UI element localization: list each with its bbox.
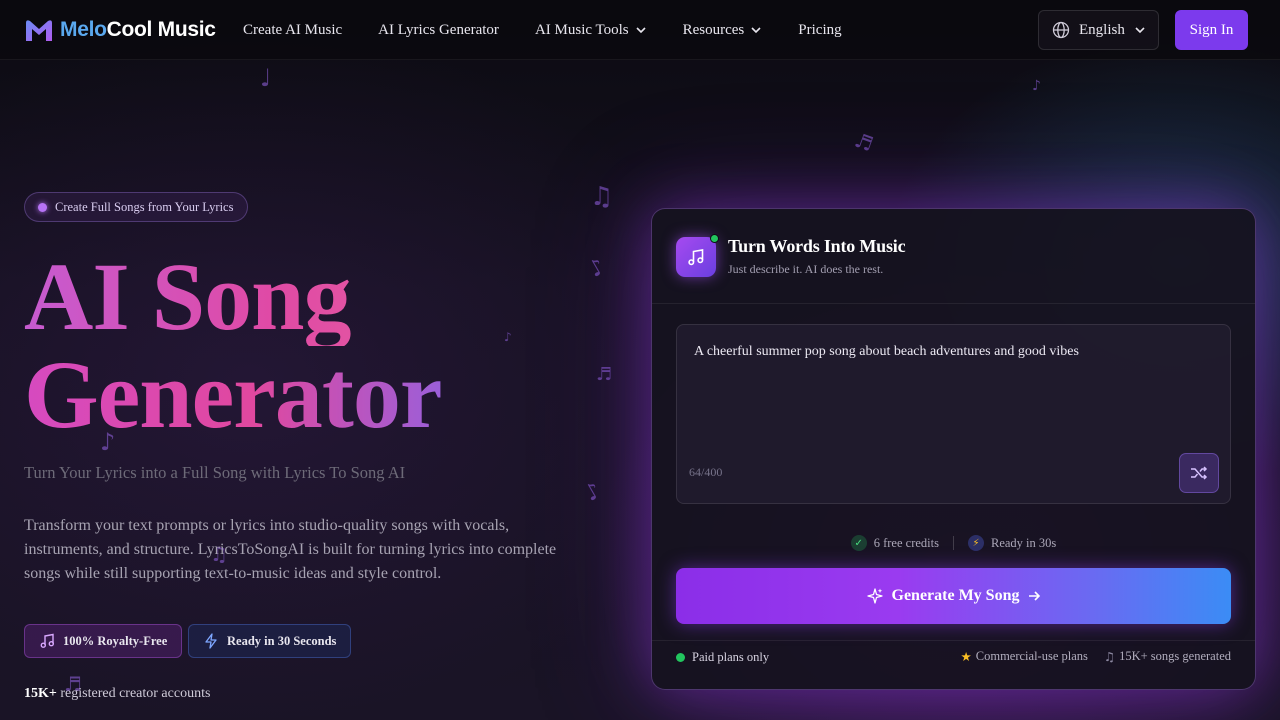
ready-time: ⚡ Ready in 30s [967, 535, 1057, 551]
char-counter: 64/400 [689, 465, 723, 479]
hero-title-line1: AI Song [24, 248, 441, 346]
royalty-free-pill: 100% Royalty-Free [24, 624, 183, 658]
lightning-icon: ⚡ [967, 535, 984, 551]
language-selector[interactable]: English [1038, 10, 1159, 50]
chevron-down-icon [751, 27, 761, 34]
melocool-logo-icon [24, 17, 54, 43]
card-subtitle: Just describe it. AI does the rest. [728, 262, 884, 276]
accounts-stat: 15K+ registered creator accounts [24, 686, 210, 702]
nav-resources[interactable]: Resources [683, 22, 763, 39]
main-nav: Create AI Music AI Lyrics Generator AI M… [243, 0, 842, 60]
nav-ai-lyrics-generator[interactable]: AI Lyrics Generator [378, 22, 499, 39]
commercial-use-label: Commercial-use plans [975, 649, 1088, 663]
card-header: Turn Words Into Music Just describe it. … [676, 233, 906, 277]
card-footer-stats: ★ Commercial-use plans ♫ 15K+ songs gene… [961, 649, 1231, 664]
badge-dot-icon [38, 202, 47, 212]
generation-meta: ✓ 6 free credits ⚡ Ready in 30s [652, 535, 1255, 551]
ready-time-label: Ready in 30s [990, 535, 1057, 550]
star-icon: ★ [960, 649, 972, 664]
song-prompt-input[interactable]: A cheerful summer pop song about beach a… [676, 324, 1231, 504]
hero-description: Transform your text prompts or lyrics in… [24, 517, 557, 582]
hero-title-line2: Generator [24, 341, 442, 448]
music-note-icon [40, 633, 55, 648]
divider [652, 640, 1255, 641]
divider [652, 303, 1255, 304]
music-note-decor-icon: ♪ [1032, 78, 1041, 94]
music-note-decor-icon: ♪ [504, 330, 512, 344]
commercial-use: ★ Commercial-use plans [961, 649, 1088, 664]
generate-song-button[interactable]: Generate My Song [676, 568, 1231, 624]
song-generator-card: Turn Words Into Music Just describe it. … [651, 208, 1256, 690]
hero-title: AI Song Generator [24, 248, 442, 448]
shuffle-icon [1191, 466, 1208, 480]
music-note-icon [676, 233, 719, 277]
music-note-decor-icon: ♫ [590, 182, 614, 212]
chevron-down-icon [1135, 27, 1145, 34]
accounts-count: 15K+ [24, 686, 57, 701]
shuffle-button[interactable] [1179, 453, 1219, 493]
sign-in-button[interactable]: Sign In [1175, 10, 1248, 50]
badge-label: Create Full Songs from Your Lyrics [55, 199, 234, 214]
ready-30s-label: Ready in 30 Seconds [227, 633, 337, 648]
songs-generated-label: 15K+ songs generated [1119, 649, 1231, 663]
songs-generated: ♫ 15K+ songs generated [1104, 649, 1231, 664]
logo[interactable]: MeloCool Music [24, 12, 216, 48]
generate-song-label: Generate My Song [891, 587, 1020, 604]
lightning-icon [205, 633, 217, 649]
hero-badge: Create Full Songs from Your Lyrics [24, 192, 249, 222]
meta-separator [952, 536, 954, 550]
arrow-right-icon [1029, 591, 1041, 601]
sparkle-icon [866, 588, 883, 604]
free-credits-label: 6 free credits [873, 535, 939, 550]
royalty-free-label: 100% Royalty-Free [63, 633, 168, 648]
prompt-value[interactable]: A cheerful summer pop song about beach a… [694, 344, 1079, 360]
card-title: Turn Words Into Music [728, 236, 906, 256]
status-dot-icon [676, 653, 685, 662]
plan-status-label: Paid plans only [692, 650, 770, 664]
site-header: MeloCool Music Create AI Music AI Lyrics… [0, 0, 1280, 60]
plan-status: Paid plans only [676, 650, 769, 665]
nav-ai-music-tools[interactable]: AI Music Tools [535, 22, 647, 39]
music-note-decor-icon: ♩ [260, 64, 272, 92]
check-icon: ✓ [850, 535, 867, 551]
logo-text: MeloCool Music [60, 18, 216, 41]
free-credits: ✓ 6 free credits [850, 535, 939, 551]
globe-icon [1052, 21, 1070, 39]
hero-subtitle: Turn Your Lyrics into a Full Song with L… [24, 463, 406, 482]
chevron-down-icon [636, 27, 646, 34]
nav-pricing[interactable]: Pricing [798, 22, 841, 39]
accounts-label: registered creator accounts [60, 686, 211, 701]
language-label: English [1079, 21, 1125, 38]
music-note-icon: ♫ [1103, 649, 1116, 664]
ready-30s-pill: Ready in 30 Seconds [188, 624, 352, 658]
online-indicator [710, 233, 719, 243]
music-note-decor-icon: ♬ [596, 364, 613, 385]
nav-create-ai-music[interactable]: Create AI Music [243, 22, 342, 39]
